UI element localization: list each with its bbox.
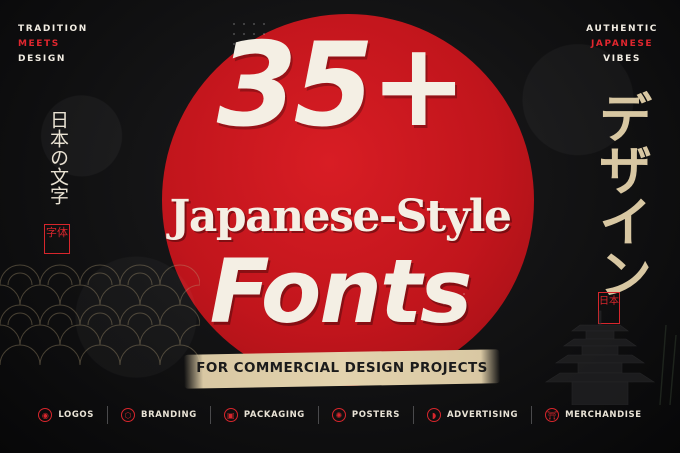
category-merchandise: ⛩ MERCHANDISE <box>531 406 655 424</box>
headline-fonts: Fonts <box>209 240 473 343</box>
category-label: BRANDING <box>140 410 197 420</box>
category-logos: ◉ LOGOS <box>25 406 107 424</box>
category-posters: ✺ POSTERS <box>317 406 413 424</box>
posters-icon: ✺ <box>331 408 346 422</box>
poster: TRADITION MEETS DESIGN AUTHENTIC JAPANES… <box>0 0 680 453</box>
tagline: FOR COMMERCIAL DESIGN PROJECTS <box>196 360 488 376</box>
packaging-icon: ▣ <box>223 408 238 422</box>
category-label: PACKAGING <box>243 410 305 420</box>
category-branding: ⬡ BRANDING <box>106 406 210 424</box>
torii-icon: ⛩ <box>545 408 560 422</box>
category-advertising: ◗ ADVERTISING <box>412 406 531 424</box>
category-bar: ◉ LOGOS ⬡ BRANDING ▣ PACKAGING ✺ POSTERS… <box>0 400 680 430</box>
category-label: LOGOS <box>58 410 94 420</box>
category-label: ADVERTISING <box>446 410 519 420</box>
category-label: MERCHANDISE <box>565 410 642 420</box>
fan-icon: ◗ <box>426 408 441 422</box>
branding-icon: ⬡ <box>120 408 135 422</box>
headline-number: 35+ <box>216 18 468 153</box>
category-packaging: ▣ PACKAGING <box>209 406 318 424</box>
headline-middle: Japanese-Style <box>169 191 513 242</box>
logos-icon: ◉ <box>38 408 53 422</box>
category-label: POSTERS <box>351 410 400 420</box>
